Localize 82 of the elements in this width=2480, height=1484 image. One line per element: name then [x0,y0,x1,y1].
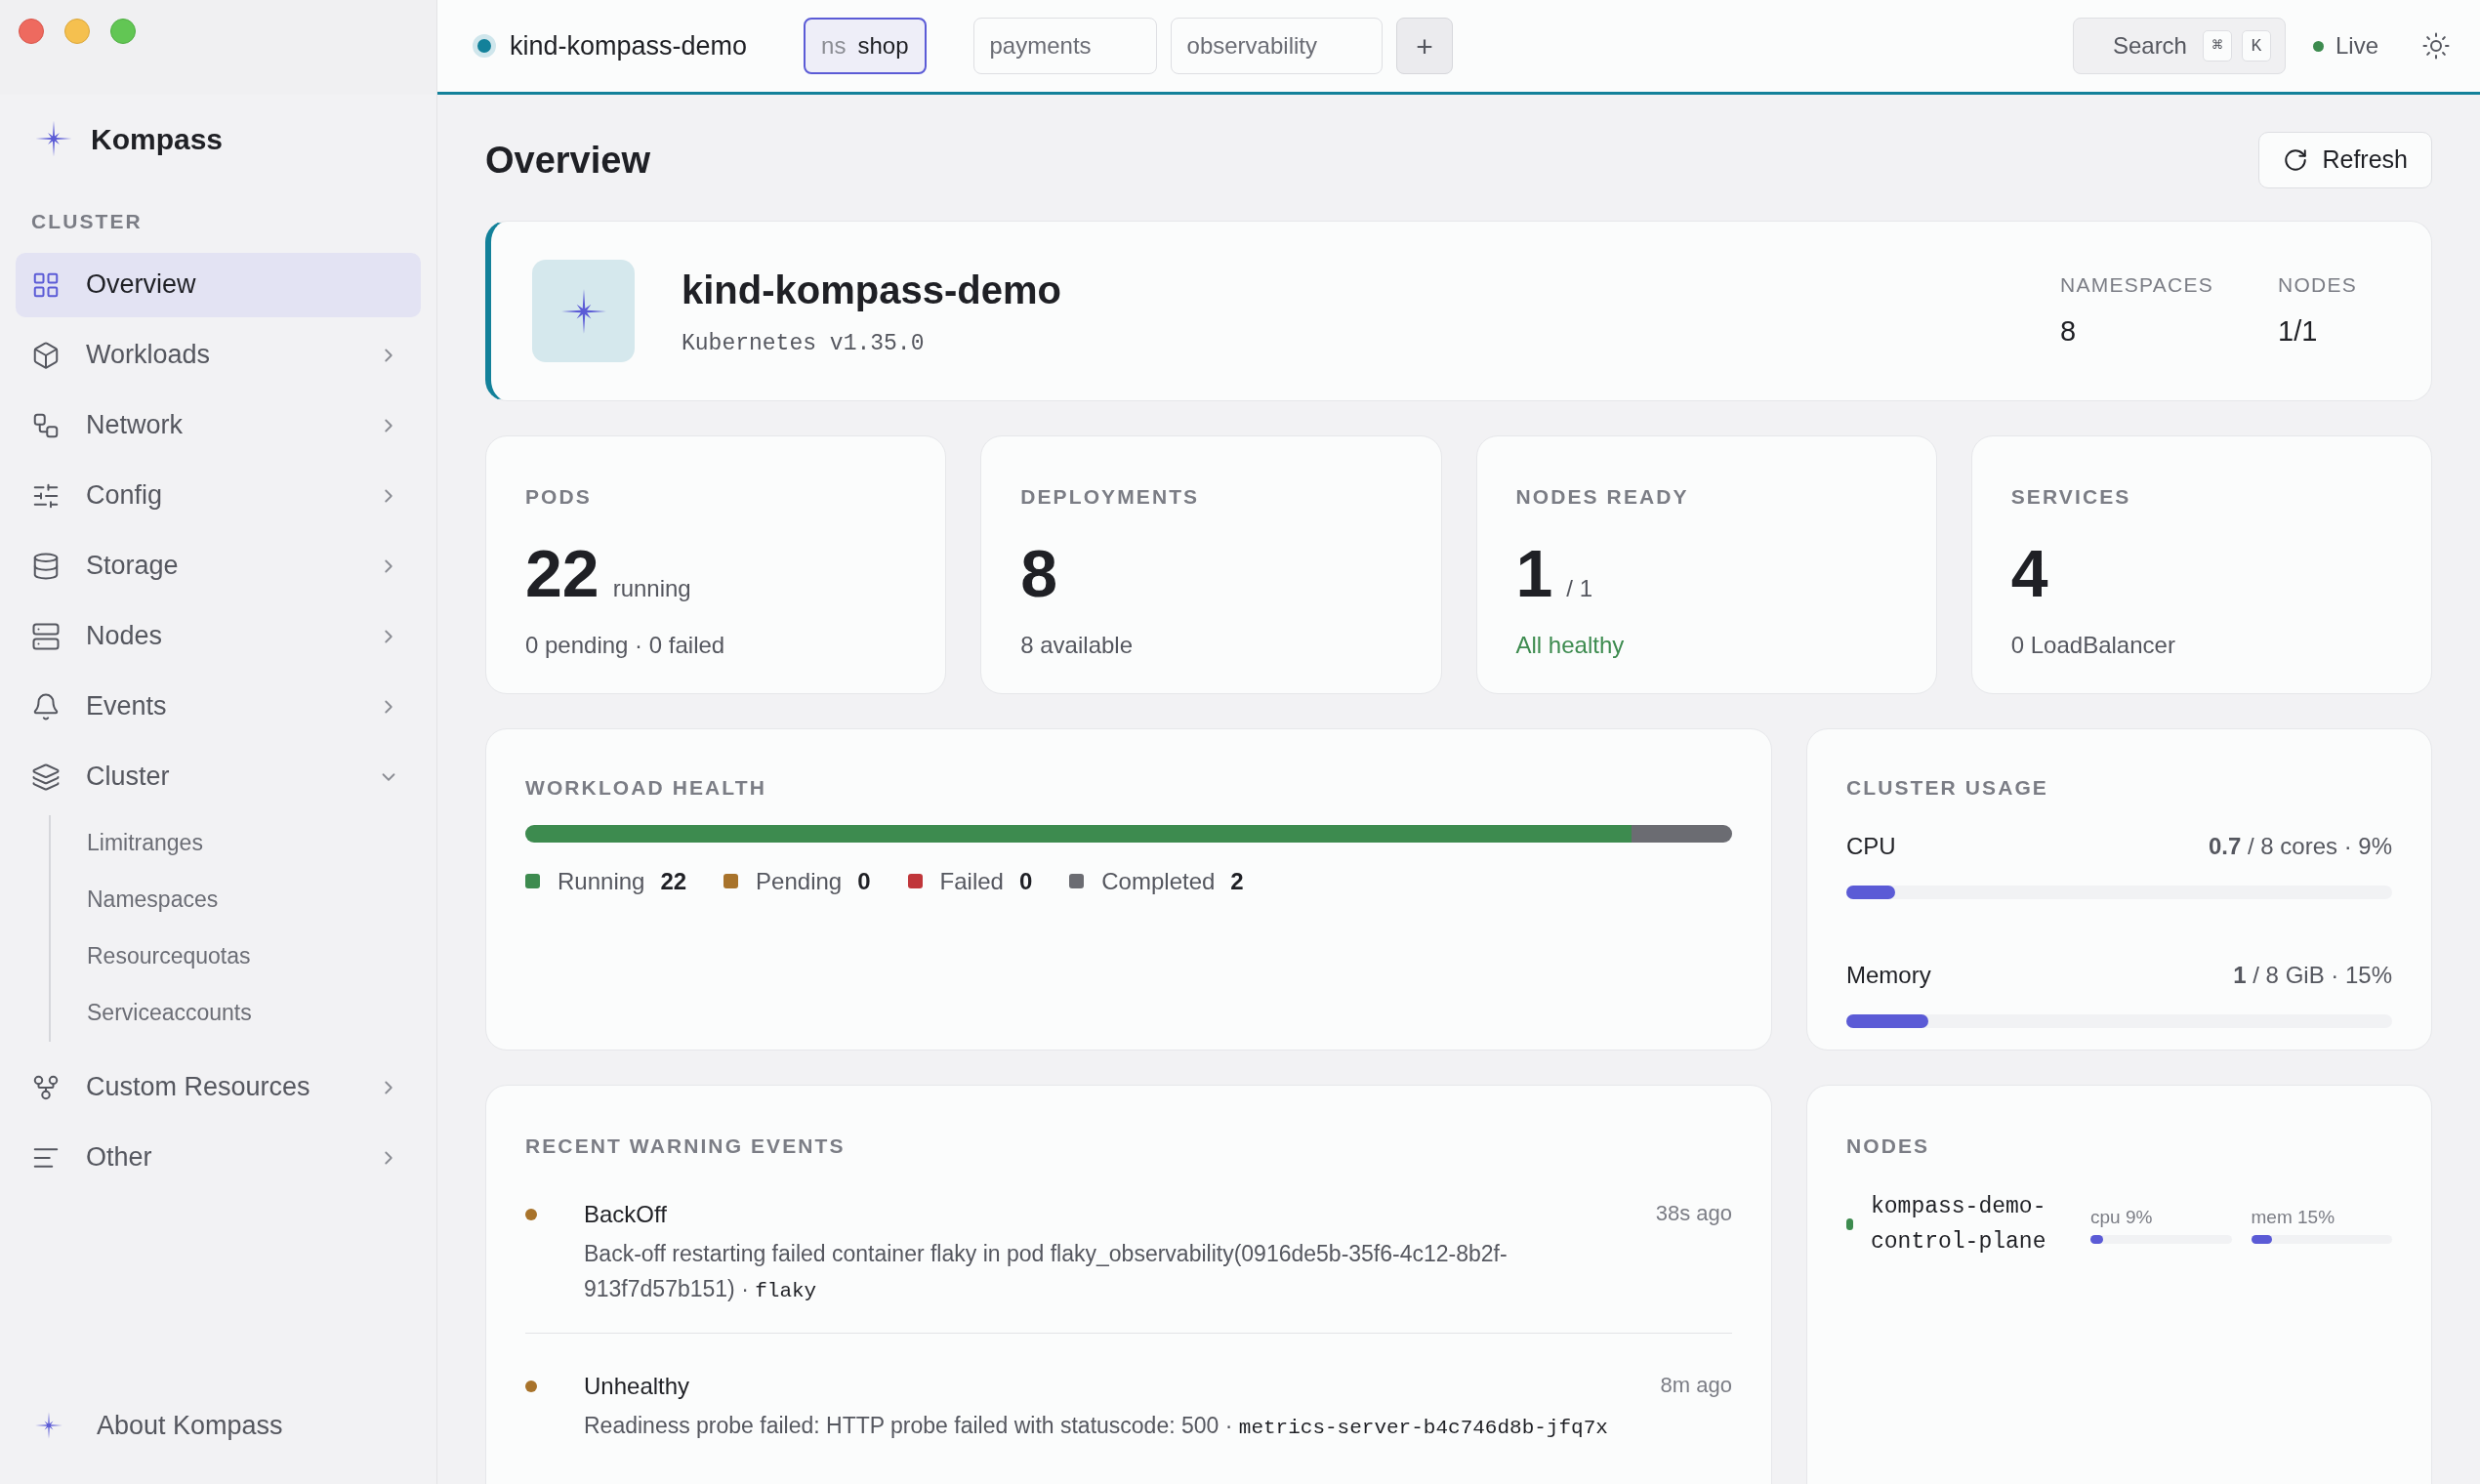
add-namespace-button[interactable]: + [1395,18,1453,74]
section-label: CLUSTER USAGE [1846,775,2049,801]
stat-detail: 8 available [1020,630,1134,660]
node-metric-label: mem 15% [2251,1205,2336,1229]
section-label: NODES [1846,1134,1931,1159]
stat-unit: running [612,573,691,603]
refresh-button[interactable]: Refresh [2258,132,2432,188]
stat-label: NAMESPACES [2060,272,2213,298]
sidebar-item[interactable]: Other [16,1125,421,1190]
namespace-tab[interactable]: ns shop [804,18,927,74]
sidebar-item[interactable]: Custom Resources [16,1054,421,1120]
stat-value: 8 [2060,313,2078,349]
stat-detail: 0 pending · 0 failed [525,630,726,660]
status-label: Pending [756,866,843,896]
stat-unit: / 1 [1566,573,1592,603]
search-button[interactable]: Search ⌘ K [2072,18,2286,74]
database-icon [31,551,61,581]
namespace-tab[interactable]: observability [1170,18,1383,74]
event-age: 38s ago [1655,1199,1732,1227]
status-count: 0 [857,866,871,896]
maximize-window-button[interactable] [110,19,136,44]
refresh-icon [2283,147,2309,173]
stat-detail: 0 LoadBalancer [2010,630,2176,660]
sidebar-subitem[interactable]: Serviceaccounts [87,984,421,1042]
section-label: SERVICES [2010,484,2132,510]
section-label: CLUSTER [30,209,144,234]
status-label: Running [558,866,645,896]
event-reason: Unhealthy [584,1371,691,1401]
event-reason: BackOff [584,1199,668,1229]
event-message: Readiness probe failed: HTTP probe failed with statuscode: 500 · metrics-server-b4c746d8b-jfq7x [584,1411,1609,1441]
node-name: kompass-demo-control-plane [1871,1192,2047,1257]
sidebar-item[interactable]: Network [16,392,421,458]
sidebar-subitem[interactable]: Limitranges [87,814,421,872]
namespace-tab[interactable]: payments [972,18,1157,74]
status-count: 22 [660,866,687,896]
sidebar-item[interactable]: Overview [16,252,421,317]
page-title: Overview [485,138,650,183]
section-label: RECENT WARNING EVENTS [525,1134,847,1159]
close-window-button[interactable] [19,19,44,44]
sidebar-item[interactable]: Storage [16,533,421,598]
about-link[interactable]: About Kompass [16,1396,421,1455]
app-name: Kompass [91,121,224,157]
status-label: Failed [939,866,1004,896]
sidebar-item[interactable]: Config [16,463,421,528]
minimize-window-button[interactable] [64,19,90,44]
section-label: WORKLOAD HEALTH [525,775,767,801]
cluster-status-icon [473,34,496,58]
server-icon [31,621,61,651]
sidebar-item[interactable]: Events [16,674,421,739]
cluster-selector[interactable]: kind-kompass-demo [473,25,748,66]
sidebar-subitem[interactable]: Resourcequotas [87,928,421,985]
sidebar-subitem[interactable]: Namespaces [87,871,421,928]
resource-reading: 1 / 8 GiB · 15% [2233,960,2392,990]
stat-label: NODES [2278,272,2357,298]
cluster-name: kind-kompass-demo [682,268,1062,314]
stat-detail: All healthy [1515,630,1626,660]
node-metric-label: cpu 9% [2090,1205,2154,1229]
section-label: PODS [525,484,593,510]
status-label: Completed [1101,866,1216,896]
sidebar-item[interactable]: Nodes [16,603,421,669]
sidebar-item[interactable]: Cluster [16,744,421,809]
stat-number: 8 [1020,535,1058,610]
section-label: DEPLOYMENTS [1020,484,1201,510]
bell-icon [31,691,61,721]
live-indicator: Live [2312,28,2378,63]
stat-number: 22 [525,535,599,610]
resource-label: CPU [1846,831,1896,861]
kubernetes-version: Kubernetes v1.35.0 [682,330,926,359]
section-label: NODES READY [1515,484,1690,510]
layers-icon [31,762,61,792]
theme-toggle-icon[interactable] [2421,31,2451,61]
status-count: 0 [1018,866,1033,896]
resource-reading: 0.7 / 8 cores · 9% [2208,831,2392,861]
stat-number: 4 [2010,535,2048,610]
event-message: Back-off restarting failed container flaky in pod flaky_observability(0916de5b-35f6-4c12-8b2f-913f7d57b151) · flaky [584,1239,1509,1304]
stat-value: 1/1 [2278,313,2319,349]
status-count: 2 [1230,866,1244,896]
cube-icon [31,340,61,370]
event-age: 8m ago [1660,1371,1732,1399]
resource-label: Memory [1846,960,1931,990]
stat-number: 1 [1515,535,1553,610]
sidebar-item[interactable]: Workloads [16,322,421,388]
